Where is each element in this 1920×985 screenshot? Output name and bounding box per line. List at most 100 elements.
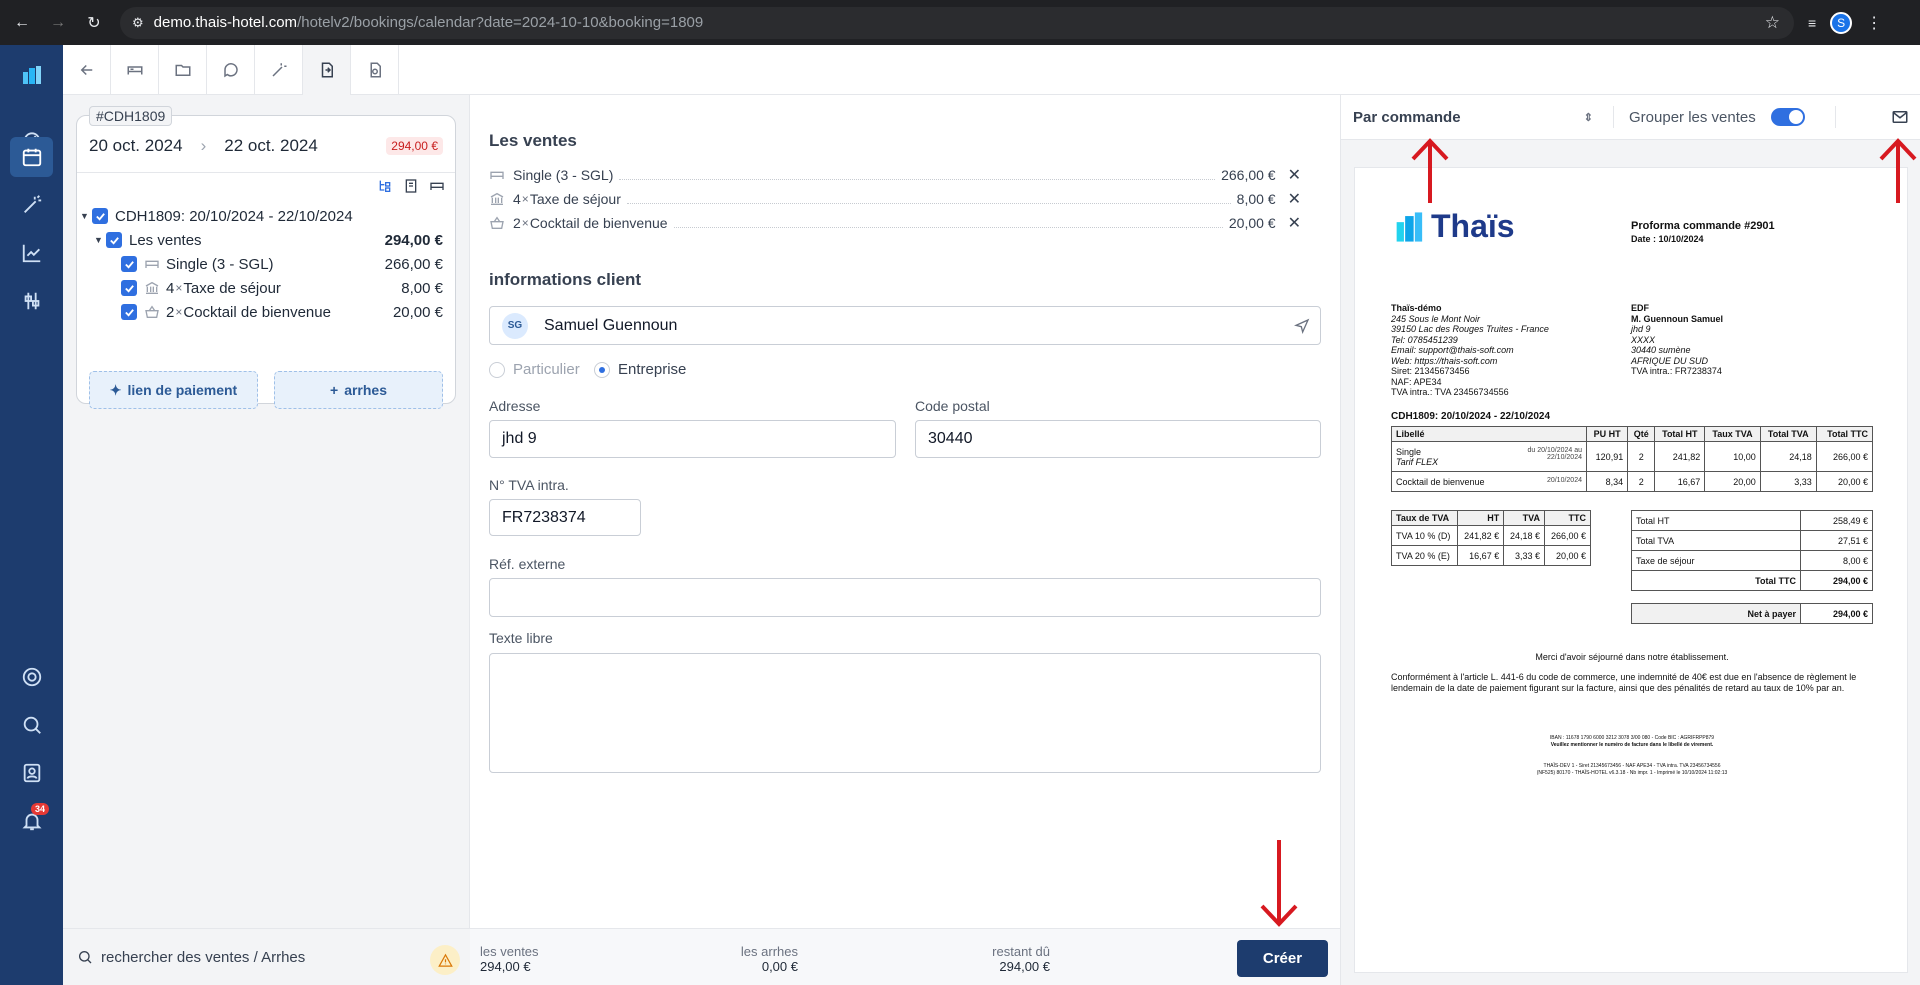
vat-header: Taux de TVA HT TVA TTC bbox=[1390, 510, 1592, 526]
tree-view-icon[interactable] bbox=[377, 178, 393, 194]
proforma-document: Thaïs Proforma commande #2901 Date : 10/… bbox=[1354, 167, 1908, 973]
tree-row-booking[interactable]: ▼ CDH1809: 20/10/2024 - 22/10/2024 bbox=[77, 204, 455, 228]
forward-icon[interactable]: → bbox=[44, 9, 72, 37]
tree-row-item[interactable]: 4 × Taxe de séjour 8,00 € bbox=[77, 276, 455, 300]
sale-name: Taxe de séjour bbox=[529, 191, 621, 207]
site-info-icon[interactable]: ⚙ bbox=[132, 15, 144, 31]
address-input[interactable]: jhd 9 bbox=[489, 420, 896, 458]
footer-deposit-value: 0,00 € bbox=[761, 959, 798, 974]
client-type-company[interactable]: Entreprise bbox=[594, 361, 686, 379]
address-label: Adresse bbox=[489, 398, 541, 414]
media-icon[interactable]: ≡ bbox=[1808, 15, 1816, 31]
bed-icon[interactable] bbox=[429, 178, 445, 194]
radio-private[interactable] bbox=[489, 362, 505, 379]
remove-sale-icon[interactable]: ✕ bbox=[1288, 189, 1301, 209]
checkbox-item[interactable] bbox=[121, 256, 137, 272]
search-icon[interactable] bbox=[10, 705, 53, 745]
folder-tab[interactable] bbox=[159, 45, 207, 95]
tree-row-item[interactable]: Single (3 - SGL) 266,00 € bbox=[77, 252, 455, 276]
calendar-icon[interactable] bbox=[10, 137, 53, 177]
mode-select[interactable]: Par commande ⇕ bbox=[1353, 109, 1593, 126]
lines-header: Libellé PU HT Qté Total HT Taux TVA Tota… bbox=[1391, 426, 1874, 442]
address-bar[interactable]: ⚙ demo.thais-hotel.com /hotelv2/bookings… bbox=[120, 6, 1794, 39]
external-ref-label: Réf. externe bbox=[489, 556, 566, 572]
back-arrow-button[interactable] bbox=[63, 45, 111, 95]
create-button[interactable]: Créer bbox=[1237, 940, 1328, 977]
sales-total: 294,00 € bbox=[384, 231, 443, 249]
col-header: Total TVA bbox=[1759, 426, 1817, 442]
plus-icon: + bbox=[330, 382, 339, 398]
footer-due-label: restant dû bbox=[992, 944, 1050, 959]
warning-icon[interactable] bbox=[430, 945, 460, 975]
sales-search[interactable]: rechercher des ventes / Arrhes bbox=[63, 928, 470, 985]
add-deposit-button[interactable]: + arrhes bbox=[274, 371, 443, 409]
preview-header: Par commande ⇕ Grouper les ventes bbox=[1341, 95, 1920, 140]
guest-book-icon[interactable] bbox=[403, 178, 419, 194]
group-sales-toggle[interactable] bbox=[1770, 108, 1805, 126]
messages-tab[interactable] bbox=[207, 45, 255, 95]
app-logo-icon[interactable] bbox=[10, 55, 53, 95]
client-line: M. Guennoun Samuel bbox=[1631, 313, 1724, 324]
remove-sale-icon[interactable]: ✕ bbox=[1288, 213, 1301, 233]
expand-triangle-icon[interactable]: ▼ bbox=[80, 211, 90, 221]
building-tax-icon bbox=[490, 192, 504, 205]
total-label: Total TTC bbox=[1631, 570, 1801, 591]
bed-icon bbox=[490, 171, 504, 179]
checkbox-item[interactable] bbox=[121, 304, 137, 320]
settings-sliders-icon[interactable] bbox=[10, 281, 53, 321]
client-line: TVA intra.: FR7238374 bbox=[1631, 366, 1722, 376]
issuer-line: NAF: APE34 bbox=[1391, 376, 1442, 387]
net-label: Net à payer bbox=[1631, 603, 1801, 624]
history-tab[interactable] bbox=[351, 45, 399, 95]
vat-cell: 24,18 € bbox=[1503, 525, 1545, 546]
sale-amount: 20,00 € bbox=[1228, 215, 1276, 231]
checkbox-item[interactable] bbox=[121, 280, 137, 296]
sale-row: 4 × Taxe de séjour 8,00 € ✕ bbox=[489, 188, 1301, 210]
free-text-textarea[interactable] bbox=[489, 653, 1321, 773]
help-lifebuoy-icon[interactable] bbox=[10, 657, 53, 697]
url-domain: demo.thais-hotel.com bbox=[153, 14, 298, 31]
radio-company[interactable] bbox=[594, 362, 610, 379]
group-sales-label: Grouper les ventes bbox=[1629, 108, 1756, 126]
net-row: Net à payer 294,00 € bbox=[1631, 603, 1873, 624]
client-selector[interactable]: SG Samuel Guennoun bbox=[489, 306, 1321, 345]
browser-menu-icon[interactable]: ⋮ bbox=[1866, 13, 1882, 33]
profile-avatar[interactable]: S bbox=[1830, 11, 1853, 34]
issuer-line: Siret: 21345673456 bbox=[1391, 366, 1470, 376]
client-type-private[interactable]: Particulier bbox=[489, 361, 580, 379]
sale-row: 2 × Cocktail de bienvenue 20,00 € ✕ bbox=[489, 212, 1301, 234]
line-ht: 16,67 bbox=[1654, 471, 1706, 492]
expand-triangle-icon[interactable]: ▼ bbox=[94, 235, 104, 245]
vat-row: TVA 20 % (E) 16,67 € 3,33 € 20,00 € bbox=[1390, 545, 1592, 566]
vat-cell: 3,33 € bbox=[1503, 545, 1545, 566]
booking-card: #CDH1809 20 oct. 2024 › 22 oct. 2024 294… bbox=[76, 106, 456, 409]
notifications-bell-icon[interactable]: 34 bbox=[10, 801, 53, 841]
checkbox-booking[interactable] bbox=[92, 208, 108, 224]
invoice-form-panel: Les ventes Single (3 - SGL) 266,00 € ✕ 4… bbox=[470, 95, 1340, 985]
user-badge-icon[interactable] bbox=[10, 753, 53, 793]
issuer-line: Email: support@thais-soft.com bbox=[1391, 345, 1514, 355]
invoice-tab[interactable] bbox=[303, 45, 351, 95]
magic-wand-icon[interactable] bbox=[10, 185, 53, 225]
payment-link-button[interactable]: ✦ lien de paiement bbox=[89, 371, 258, 409]
checkbox-sales[interactable] bbox=[106, 232, 122, 248]
statistics-icon[interactable] bbox=[10, 233, 53, 273]
back-icon[interactable]: ← bbox=[8, 9, 36, 37]
net-value: 294,00 € bbox=[1800, 603, 1873, 624]
item-name: Cocktail de bienvenue bbox=[183, 303, 331, 321]
room-bed-tab[interactable] bbox=[111, 45, 159, 95]
booking-ref-tag: #CDH1809 bbox=[89, 106, 173, 126]
tree-row-sales[interactable]: ▼ Les ventes 294,00 € bbox=[77, 228, 455, 252]
vat-col-header: HT bbox=[1457, 510, 1505, 526]
reload-icon[interactable]: ↻ bbox=[80, 9, 108, 37]
locate-arrow-icon[interactable] bbox=[1294, 318, 1310, 334]
tree-row-item[interactable]: 2 × Cocktail de bienvenue 20,00 € bbox=[77, 300, 455, 324]
vat-number-input[interactable]: FR7238374 bbox=[489, 499, 641, 536]
postal-code-input[interactable]: 30440 bbox=[915, 420, 1321, 458]
remove-sale-icon[interactable]: ✕ bbox=[1288, 165, 1301, 185]
external-ref-input[interactable] bbox=[489, 578, 1321, 617]
bookmark-star-icon[interactable]: ☆ bbox=[1765, 13, 1780, 33]
email-envelope-icon[interactable] bbox=[1891, 108, 1909, 126]
issuer-line: Web: https://thais-soft.com bbox=[1391, 355, 1498, 366]
magic-tab[interactable] bbox=[255, 45, 303, 95]
